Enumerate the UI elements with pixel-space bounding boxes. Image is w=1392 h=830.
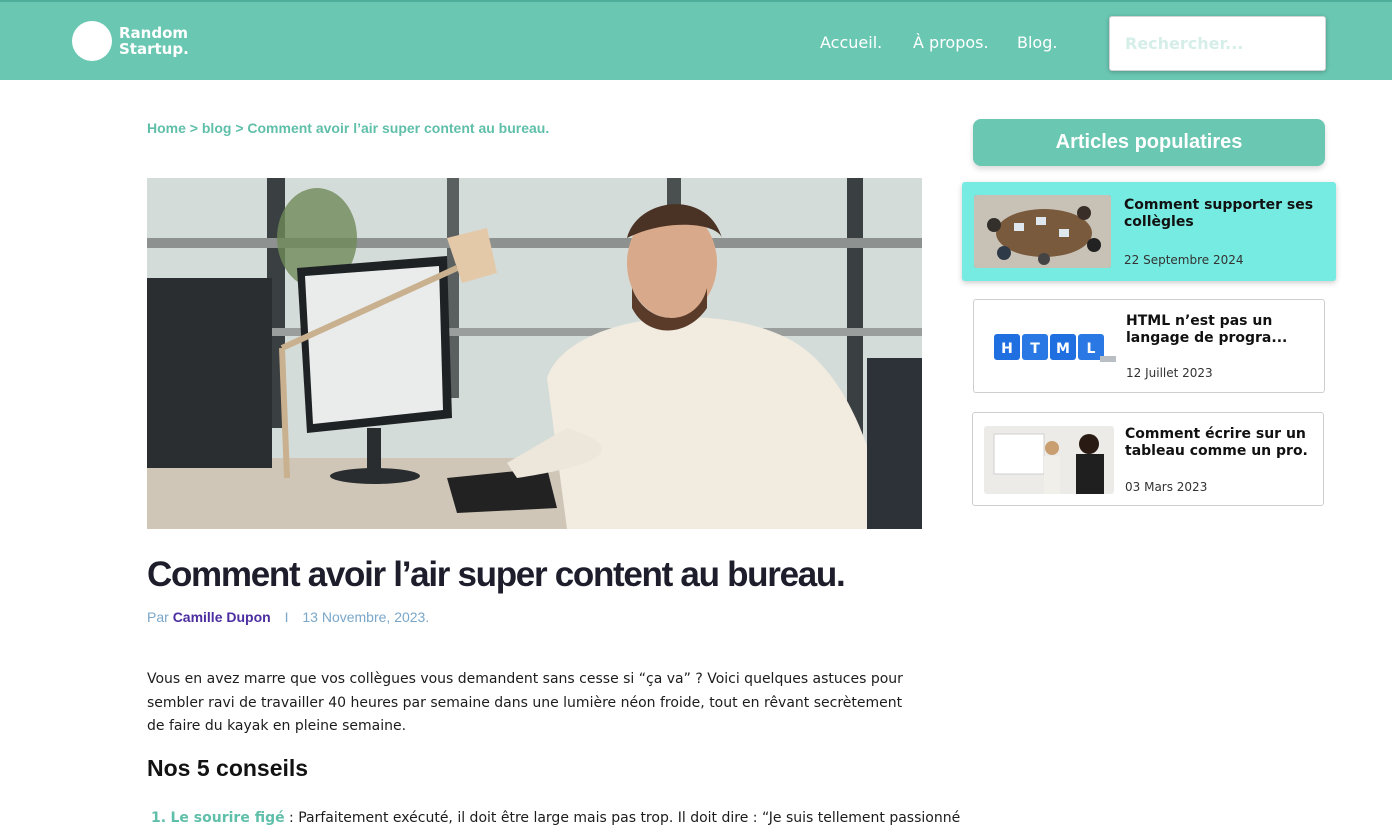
html-cube-letter: M: [1056, 341, 1070, 357]
popular-article-title: Comment écrire sur un tableau comme un p…: [1125, 426, 1308, 459]
search-input[interactable]: [1109, 16, 1326, 71]
article-intro: Vous en avez marre que vos collègues vou…: [147, 671, 903, 734]
popular-article-card[interactable]: Comment écrire sur un tableau comme un p…: [972, 412, 1324, 506]
sidebar-title: Articles populatires: [973, 119, 1325, 166]
logo-text: Random Startup.: [119, 25, 189, 57]
article-thumbnail: [974, 195, 1111, 268]
popular-article-date: 22 Septembre 2024: [1124, 253, 1244, 267]
popular-article-card[interactable]: H T M L HTML n’est pas un langage de pro…: [973, 299, 1325, 393]
html-cube-letter: L: [1087, 341, 1096, 357]
tip-number: 1.: [151, 810, 167, 826]
site-logo[interactable]: Random Startup.: [72, 21, 189, 61]
popular-article-title: Comment supporter ses collègles: [1124, 197, 1314, 230]
tip-text: : Parfaitement exécuté, il doit être lar…: [284, 810, 961, 826]
breadcrumb-home[interactable]: Home: [147, 120, 186, 136]
logo-circle-icon: [72, 21, 112, 61]
article-date: 13 Novembre, 2023.: [302, 609, 430, 625]
html-cube: M: [1050, 334, 1076, 360]
popular-article-date: 03 Mars 2023: [1125, 480, 1208, 494]
popular-article-card[interactable]: Comment supporter ses collègles 22 Septe…: [962, 182, 1336, 281]
article-thumbnail: [984, 426, 1114, 494]
popular-article-title: HTML n’est pas un langage de progra...: [1126, 313, 1288, 346]
whiteboard-photo-illustration: [984, 426, 1114, 494]
article-title: Comment avoir l’air super content au bur…: [147, 555, 846, 594]
html-cube-letter: H: [1001, 341, 1013, 357]
html-cube: H: [994, 334, 1020, 360]
article-meta: Par Camille Dupon I 13 Novembre, 2023.: [147, 609, 429, 625]
meeting-photo-illustration: [974, 195, 1111, 268]
article-thumbnail: H T M L: [990, 326, 1116, 368]
by-label: Par: [147, 609, 169, 625]
tip-title: Le sourire figé: [170, 810, 285, 826]
site-header: Random Startup. Accueil. À propos. Blog.: [0, 0, 1392, 80]
html-cube-letter: T: [1030, 341, 1040, 357]
logo-line2: Startup.: [119, 40, 189, 58]
breadcrumb-current: Comment avoir l’air super content au bur…: [247, 120, 550, 136]
breadcrumb-separator: >: [235, 120, 244, 136]
breadcrumb: Home > blog > Comment avoir l’air super …: [147, 120, 549, 136]
html-cube: T: [1022, 334, 1048, 360]
nav-link-blog[interactable]: Blog.: [1017, 33, 1057, 52]
meta-separator: I: [284, 609, 289, 625]
office-photo-illustration: [147, 178, 922, 529]
hero-image: [147, 178, 922, 529]
nav-link-a-propos[interactable]: À propos.: [913, 33, 989, 52]
html-blocks-illustration: H T M L: [994, 334, 1116, 362]
breadcrumb-blog[interactable]: blog: [202, 120, 232, 136]
section-title: Nos 5 conseils: [147, 755, 309, 781]
logo-line1: Random: [119, 24, 189, 42]
popular-article-date: 12 Juillet 2023: [1126, 366, 1213, 380]
nav-link-accueil[interactable]: Accueil.: [820, 33, 882, 52]
author-link[interactable]: Camille Dupon: [173, 609, 271, 625]
tip-item: 1. Le sourire figé : Parfaitement exécut…: [151, 810, 960, 826]
breadcrumb-separator: >: [189, 120, 198, 136]
